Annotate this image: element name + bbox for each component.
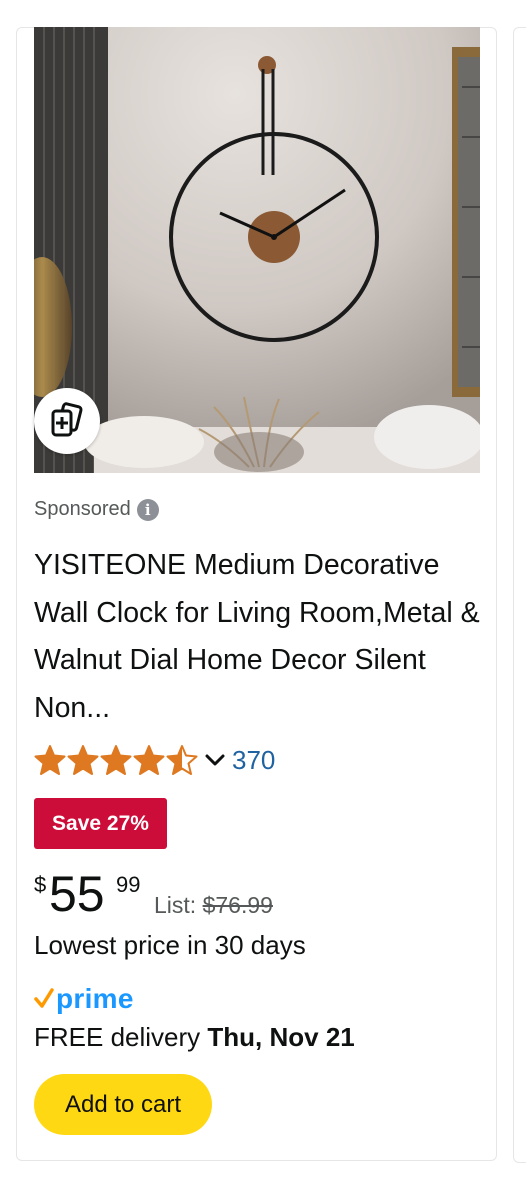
prime-badge: prime	[34, 982, 134, 1016]
list-price-label: List:	[154, 892, 197, 918]
price-whole: 55	[49, 866, 105, 922]
star-icon	[34, 745, 66, 775]
lowest-price-note: Lowest price in 30 days	[34, 930, 306, 960]
wall-clock-photo	[34, 27, 480, 473]
star-icon	[67, 745, 99, 775]
compare-button[interactable]	[34, 388, 100, 454]
prime-label: prime	[56, 983, 134, 1014]
price-currency: $	[34, 872, 47, 897]
add-to-cart-button[interactable]: Add to cart	[34, 1074, 212, 1135]
delivery-date: Thu, Nov 21	[207, 1022, 355, 1052]
compare-add-icon	[51, 402, 83, 437]
price-fraction: 99	[116, 872, 141, 897]
review-count-link[interactable]: 370	[232, 745, 275, 776]
sponsored-label[interactable]: Sponsored i	[34, 498, 159, 521]
chevron-down-icon[interactable]	[204, 749, 226, 771]
product-title[interactable]: YISITEONE Medium Decorative Wall Clock f…	[34, 542, 489, 732]
prime-check-icon	[34, 988, 54, 1008]
star-icon	[166, 745, 198, 775]
star-rating[interactable]	[34, 744, 198, 776]
list-price-value: $76.99	[202, 892, 273, 918]
rating-row: 370	[34, 740, 275, 780]
next-product-card[interactable]	[513, 27, 526, 1163]
star-icon	[133, 745, 165, 775]
product-image[interactable]	[34, 27, 480, 473]
star-icon	[100, 745, 132, 775]
delivery-info: FREE delivery Thu, Nov 21	[34, 1022, 355, 1053]
list-price: List: $76.99	[154, 892, 273, 919]
delivery-prefix: FREE delivery	[34, 1022, 201, 1052]
info-icon[interactable]: i	[136, 498, 159, 521]
save-badge: Save 27%	[34, 798, 167, 849]
sponsored-text: Sponsored	[34, 498, 131, 520]
